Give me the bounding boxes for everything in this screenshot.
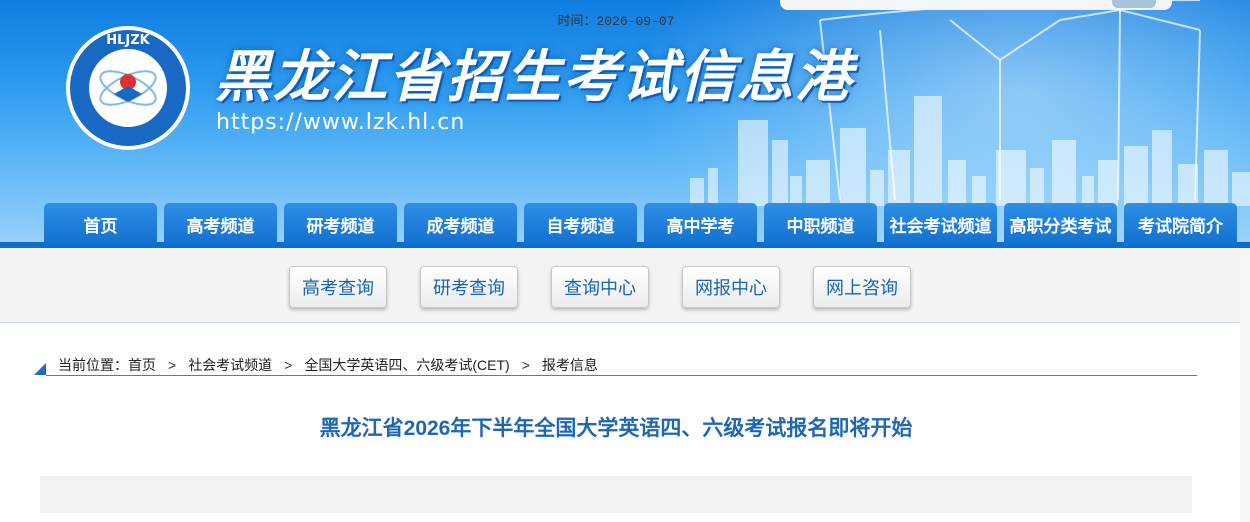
article-meta: 时间：2026-09-07 [0, 10, 1232, 29]
nav-item-home[interactable]: 首页 [44, 203, 157, 245]
breadcrumb-separator: > [284, 357, 293, 373]
breadcrumb-separator: > [521, 357, 530, 373]
breadcrumb-registration-info[interactable]: 报考信息 [542, 355, 598, 375]
site-title: 黑龙江省招生考试信息港 [215, 44, 853, 110]
main-nav: 首页 高考频道 研考频道 成考频道 自考频道 高中学考 中职频道 社会考试频道 … [0, 203, 1250, 248]
quick-query-center-button[interactable]: 查询中心 [551, 266, 649, 308]
top-bar-fragment [300, 0, 420, 4]
publish-time: 2026-09-07 [596, 14, 675, 29]
quick-online-registration-button[interactable]: 网报中心 [682, 266, 780, 308]
search-button[interactable] [1112, 0, 1156, 8]
quick-links-bar: 高考查询 研考查询 查询中心 网报中心 网上咨询 [0, 248, 1250, 323]
quick-online-consult-button[interactable]: 网上咨询 [813, 266, 911, 308]
breadcrumb-marker [34, 363, 46, 375]
nav-item-zikao[interactable]: 自考频道 [524, 203, 637, 245]
site-url[interactable]: https://www.lzk.hl.cn [216, 110, 465, 135]
quick-gaokao-query-button[interactable]: 高考查询 [289, 266, 387, 308]
breadcrumb-home[interactable]: 首页 [128, 355, 156, 375]
nav-item-chengkao[interactable]: 成考频道 [404, 203, 517, 245]
breadcrumb-separator: > [168, 357, 177, 373]
breadcrumb-divider [46, 375, 1197, 376]
nav-item-gaozhi[interactable]: 高职分类考试 [1004, 203, 1117, 245]
nav-item-about[interactable]: 考试院简介 [1124, 203, 1237, 245]
hljzk-logo: HLJZK [66, 26, 190, 150]
nav-item-yankao[interactable]: 研考频道 [284, 203, 397, 245]
breadcrumb-social-exams[interactable]: 社会考试频道 [188, 355, 272, 375]
article-meta-bar [40, 476, 1192, 513]
breadcrumb-prefix: 当前位置： [58, 357, 128, 373]
breadcrumb-cet[interactable]: 全国大学英语四、六级考试(CET) [304, 355, 509, 375]
nav-item-zhongzhi[interactable]: 中职频道 [764, 203, 877, 245]
article-title: 黑龙江省2026年下半年全国大学英语四、六级考试报名即将开始 [319, 417, 913, 440]
nav-item-gaokao[interactable]: 高考频道 [164, 203, 277, 245]
scrollbar[interactable] [1240, 248, 1250, 522]
breadcrumb: 当前位置：首页 > 社会考试频道 > 全国大学英语四、六级考试(CET) > 报考信息 [58, 355, 598, 375]
nav-item-shehui[interactable]: 社会考试频道 [884, 203, 997, 245]
nav-item-xuekao[interactable]: 高中学考 [644, 203, 757, 245]
time-label: 时间： [557, 14, 597, 29]
quick-yankao-query-button[interactable]: 研考查询 [420, 266, 518, 308]
logo-text: HLJZK [106, 33, 150, 48]
